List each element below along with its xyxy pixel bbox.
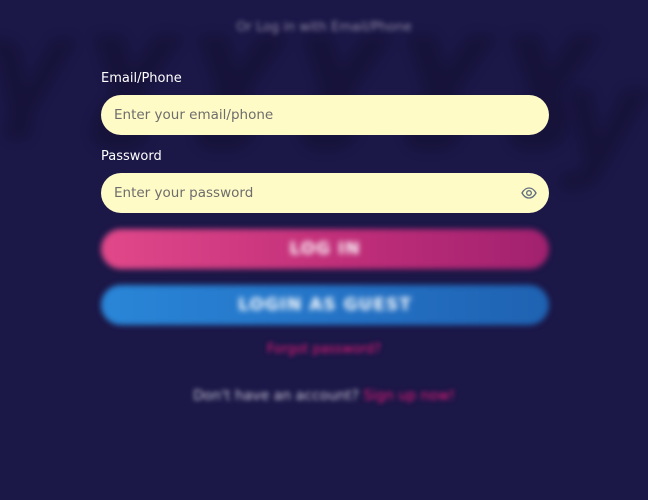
signup-link[interactable]: Sign up now!	[363, 388, 455, 404]
password-label: Password	[101, 149, 162, 164]
forgot-password-link[interactable]: Forgot password?	[0, 342, 648, 357]
password-field[interactable]	[101, 173, 549, 213]
password-field-wrapper	[101, 173, 549, 213]
login-subtitle: Or Log in with Email/Phone	[236, 20, 412, 35]
email-label: Email/Phone	[101, 71, 182, 86]
email-field-wrapper	[101, 95, 549, 135]
eye-icon[interactable]	[521, 185, 537, 201]
signup-prompt: Don't have an account?	[192, 388, 359, 404]
email-field[interactable]	[101, 95, 549, 135]
signup-prompt-line: Don't have an account? Sign up now!	[0, 388, 648, 404]
login-as-guest-button[interactable]: LOGIN AS GUEST	[101, 285, 549, 325]
login-button[interactable]: LOG IN	[101, 229, 549, 269]
